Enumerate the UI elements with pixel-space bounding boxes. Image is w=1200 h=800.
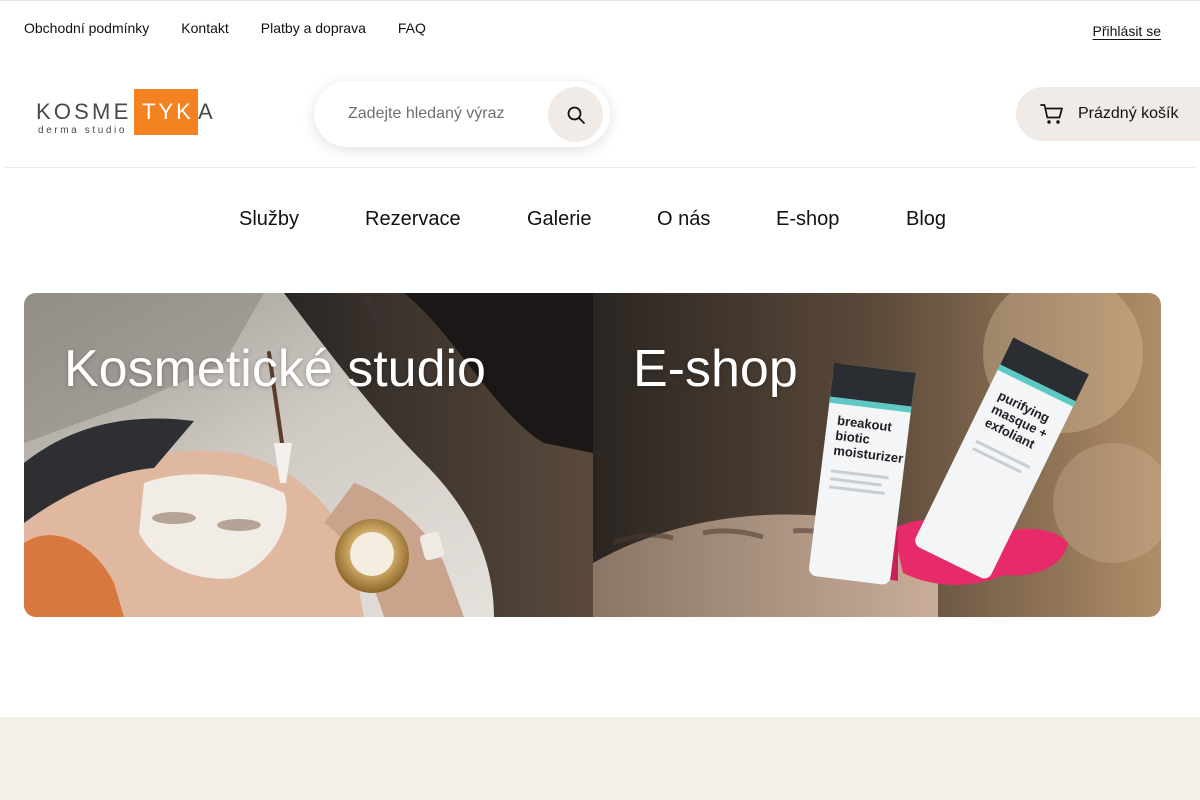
top-link-contact[interactable]: Kontakt xyxy=(181,20,228,36)
top-link-terms[interactable]: Obchodní podmínky xyxy=(24,20,149,36)
top-links-bar: Obchodní podmínky Kontakt Platby a dopra… xyxy=(24,20,426,36)
nav-item-about[interactable]: O nás xyxy=(657,208,710,231)
logo-text-box: TYK xyxy=(142,99,194,124)
nav-item-blog[interactable]: Blog xyxy=(906,208,946,231)
cart-button[interactable]: Prázdný košík xyxy=(1016,87,1200,141)
section-heading-cut-off xyxy=(0,787,1200,800)
nav-item-reservation[interactable]: Rezervace xyxy=(365,208,461,231)
login-link[interactable]: Přihlásit se xyxy=(1093,23,1161,39)
logo-text-left: KOSME xyxy=(36,99,131,124)
search-input[interactable] xyxy=(348,101,538,127)
banner-title-eshop: E-shop xyxy=(633,340,798,398)
nav-item-services[interactable]: Služby xyxy=(239,208,299,231)
cart-label: Prázdný košík xyxy=(1078,105,1179,122)
logo-text-right: A xyxy=(198,99,213,124)
banner-eshop[interactable]: breakout biotic moisturizer purifying ma… xyxy=(593,293,1161,617)
banner-cosmetic-studio[interactable]: Kosmetické studio xyxy=(24,293,593,617)
logo[interactable]: KOSME TYK A derma studio xyxy=(36,88,214,138)
nav-item-gallery[interactable]: Galerie xyxy=(527,208,591,231)
beige-section xyxy=(0,717,1200,800)
search-box xyxy=(314,81,610,147)
top-border xyxy=(0,0,1200,1)
top-link-payment-shipping[interactable]: Platby a doprava xyxy=(261,20,366,36)
search-button[interactable] xyxy=(548,87,603,142)
logo-subtitle: derma studio xyxy=(38,125,127,136)
search-icon xyxy=(567,106,585,124)
top-link-faq[interactable]: FAQ xyxy=(398,20,426,36)
header-divider xyxy=(4,167,1196,168)
cart-icon xyxy=(1040,104,1063,124)
banner-title-studio: Kosmetické studio xyxy=(64,340,486,398)
nav-item-eshop[interactable]: E-shop xyxy=(776,208,839,231)
